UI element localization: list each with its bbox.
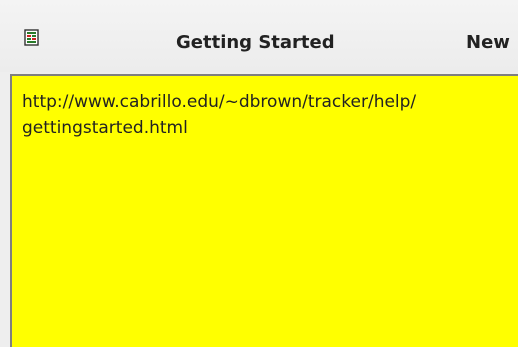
note-text-area[interactable]: http://www.cabrillo.edu/~dbrown/tracker/… <box>10 74 518 347</box>
page-title[interactable]: Getting Started <box>176 32 335 53</box>
notes-window: Getting Started New http://www.cabrillo.… <box>0 0 518 347</box>
document-icon[interactable] <box>24 29 40 47</box>
new-button[interactable]: New <box>466 32 510 53</box>
header-bar: Getting Started New <box>0 0 518 72</box>
note-line: gettingstarted.html <box>22 118 188 138</box>
note-line: http://www.cabrillo.edu/~dbrown/tracker/… <box>22 92 417 112</box>
